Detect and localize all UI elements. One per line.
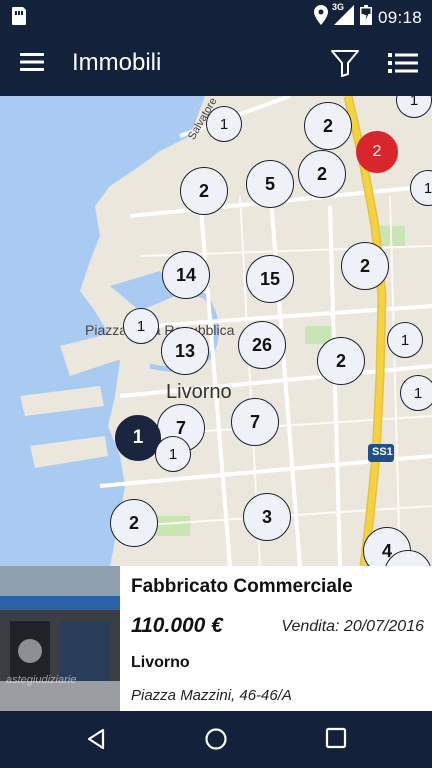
- map-cluster-marker[interactable]: 7: [231, 398, 279, 446]
- map-cluster-marker[interactable]: 2: [180, 167, 228, 215]
- map-cluster-marker[interactable]: 2: [317, 337, 365, 385]
- map-cluster-marker[interactable]: 1: [400, 375, 432, 411]
- map-cluster-marker[interactable]: 2: [341, 242, 389, 290]
- map-cluster-marker[interactable]: 1: [387, 322, 423, 358]
- list-view-icon[interactable]: [388, 52, 418, 79]
- map-cluster-marker[interactable]: 2: [110, 499, 158, 547]
- app-bar: Immobili: [0, 32, 432, 96]
- sale-date: Vendita: 20/07/2016: [281, 618, 424, 635]
- recents-icon[interactable]: [325, 727, 347, 754]
- map-cluster-marker[interactable]: 3: [243, 493, 291, 541]
- property-photo: astegiudiziarie: [0, 566, 120, 711]
- map-cluster-marker[interactable]: 2: [298, 150, 346, 198]
- map-cluster-marker[interactable]: 26: [238, 321, 286, 369]
- property-address: Piazza Mazzini, 46-46/A: [131, 687, 292, 704]
- home-icon[interactable]: [204, 727, 228, 756]
- map-cluster-marker[interactable]: 15: [246, 255, 294, 303]
- page-title: Immobili: [72, 49, 162, 76]
- menu-icon[interactable]: [20, 52, 44, 77]
- property-price: 110.000 €: [131, 614, 223, 637]
- back-icon[interactable]: [84, 727, 108, 756]
- map-cluster-marker[interactable]: 14: [162, 251, 210, 299]
- filter-icon[interactable]: [330, 48, 360, 83]
- location-icon: [313, 5, 328, 30]
- map-label-piazza: Piazza della Repubblica: [85, 322, 235, 338]
- map-cluster-marker[interactable]: 1: [123, 308, 159, 344]
- property-card[interactable]: astegiudiziarie Fabbricato Commerciale 1…: [0, 566, 432, 711]
- photo-watermark: astegiudiziarie: [6, 674, 77, 686]
- system-nav-bar: [0, 711, 432, 768]
- map-cluster-marker[interactable]: 1: [155, 436, 191, 472]
- sim-card-icon: [12, 7, 26, 30]
- map-view[interactable]: SS1 Salvatore Piazza della Repubblica Li…: [0, 96, 432, 566]
- property-city: Livorno: [131, 654, 190, 671]
- clock: 09:18: [377, 7, 422, 27]
- property-type: Fabbricato Commerciale: [131, 576, 353, 597]
- map-label-city: Livorno: [166, 381, 232, 403]
- battery-icon: [359, 5, 372, 30]
- map-cluster-marker[interactable]: 5: [246, 160, 294, 208]
- network-type: 3G: [331, 2, 344, 12]
- map-cluster-marker[interactable]: 2: [304, 102, 352, 150]
- map-cluster-marker[interactable]: 1: [206, 106, 242, 142]
- map-cluster-marker[interactable]: 13: [161, 327, 209, 375]
- network-signal-icon: 3G: [331, 2, 354, 30]
- map-cluster-marker[interactable]: 2: [356, 131, 398, 173]
- map-label-road: SS1: [372, 446, 393, 458]
- status-bar: 3G 09:18: [0, 0, 432, 32]
